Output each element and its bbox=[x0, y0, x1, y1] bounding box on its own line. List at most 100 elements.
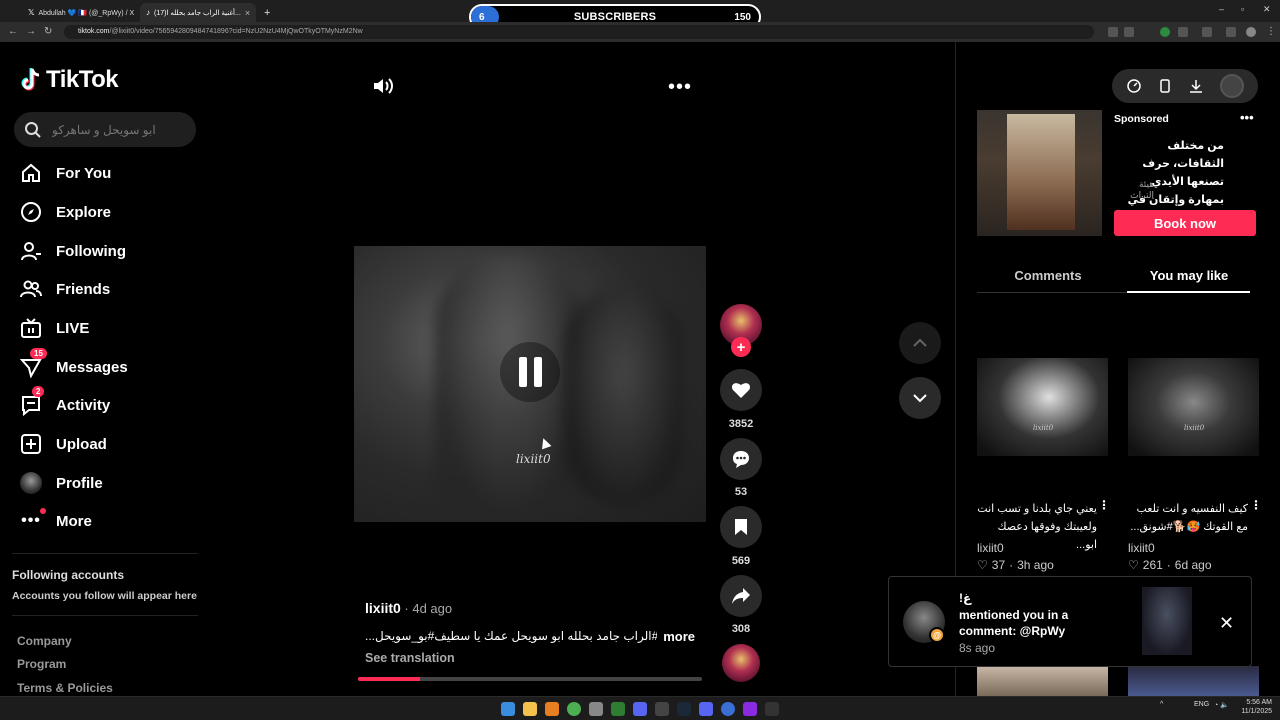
footer-link-terms[interactable]: Terms & Policies bbox=[17, 681, 113, 695]
video-player[interactable]: lixiit0 bbox=[354, 246, 706, 522]
chrome-icon[interactable] bbox=[567, 702, 581, 716]
sidebar-item-messages[interactable]: 15 Messages bbox=[20, 348, 128, 378]
next-video-button[interactable] bbox=[899, 377, 941, 419]
volume-icon[interactable] bbox=[372, 76, 394, 101]
app-icon[interactable] bbox=[655, 702, 669, 716]
forward-icon[interactable]: → bbox=[26, 26, 36, 37]
extension-icon[interactable] bbox=[1124, 27, 1134, 37]
clock-date[interactable]: 11/1/2025 bbox=[1240, 708, 1272, 715]
app-icon[interactable] bbox=[611, 702, 625, 716]
recommended-video-thumbnail[interactable] bbox=[977, 666, 1108, 696]
extension-icon[interactable] bbox=[1178, 27, 1188, 37]
profile-avatar-icon[interactable] bbox=[1246, 27, 1256, 37]
discord-icon[interactable] bbox=[633, 702, 647, 716]
maximize-icon[interactable]: ▫ bbox=[1241, 4, 1244, 14]
book-now-button[interactable]: Book now bbox=[1114, 210, 1256, 236]
divider bbox=[12, 615, 198, 616]
network-volume-icon[interactable]: ◔ 🔈 bbox=[1214, 701, 1229, 709]
recommended-video-thumbnail[interactable]: lixiit0 bbox=[977, 358, 1108, 456]
mention-notification[interactable]: @ !غ mentioned you in a comment: @RpWy 8… bbox=[888, 576, 1252, 667]
app-icon[interactable] bbox=[545, 702, 559, 716]
video-more-icon[interactable]: ••• bbox=[668, 76, 692, 99]
sponsored-label: Sponsored bbox=[1114, 113, 1169, 125]
minimize-icon[interactable]: – bbox=[1219, 4, 1224, 14]
rec-more-icon[interactable]: ⋮ bbox=[1250, 498, 1262, 512]
close-window-icon[interactable]: ✕ bbox=[1263, 4, 1271, 15]
see-translation-link[interactable]: See translation bbox=[365, 651, 455, 665]
app-icon[interactable] bbox=[589, 702, 603, 716]
sidebar-item-label: Explore bbox=[56, 203, 112, 221]
app-icon[interactable] bbox=[743, 702, 757, 716]
recommended-video-thumbnail[interactable] bbox=[1128, 666, 1259, 696]
ad-more-icon[interactable]: ••• bbox=[1240, 110, 1254, 125]
tab-title: Abdullah 💙 🇫🇷 (@_RpWy) / X bbox=[38, 9, 135, 17]
sidebar-item-explore[interactable]: Explore bbox=[20, 201, 111, 223]
video-author[interactable]: lixiit0 · 4d ago bbox=[365, 600, 452, 616]
phone-icon[interactable] bbox=[1158, 79, 1172, 93]
back-icon[interactable]: ← bbox=[8, 26, 18, 37]
browser-menu-icon[interactable]: ⋮ bbox=[1266, 26, 1276, 37]
clock-time[interactable]: 5:56 AM bbox=[1244, 699, 1272, 706]
sidebar-item-more[interactable]: ••• More bbox=[20, 508, 92, 532]
sidebar-item-live[interactable]: LIVE bbox=[20, 317, 89, 339]
app-icon[interactable] bbox=[765, 702, 779, 716]
url-field[interactable]: tiktok.com/@lixiit0/video/75659428094847… bbox=[64, 25, 1094, 39]
browser-tab-tiktok[interactable]: ♪ (17)أغنية الراب جامد بحلله ا... × bbox=[140, 3, 256, 22]
sidebar-item-upload[interactable]: Upload bbox=[20, 433, 107, 455]
footer-link-program[interactable]: Program bbox=[17, 657, 66, 671]
sidebar-item-profile[interactable]: Profile bbox=[20, 472, 103, 494]
steam-icon[interactable] bbox=[677, 702, 691, 716]
reload-icon[interactable]: ↻ bbox=[44, 26, 52, 37]
extension-icon[interactable] bbox=[1202, 27, 1212, 37]
sidebar-item-following[interactable]: Following bbox=[20, 240, 126, 262]
app-icon[interactable] bbox=[699, 702, 713, 716]
search-input[interactable] bbox=[52, 122, 192, 137]
save-button[interactable] bbox=[720, 506, 762, 548]
user-avatar[interactable] bbox=[1219, 74, 1244, 98]
recommended-video-title[interactable]: كيف النفسيه و انت تلعب مع القوتك 🥵🐕#شونق… bbox=[1128, 500, 1248, 536]
sidebar-item-for-you[interactable]: For You bbox=[20, 162, 111, 184]
chevron-down-icon bbox=[913, 394, 927, 403]
like-button[interactable] bbox=[720, 369, 762, 411]
url-path: /@lixiit0/video/7565942809484741896?cid=… bbox=[109, 28, 363, 35]
rec-more-icon[interactable]: ⋮ bbox=[1098, 498, 1110, 512]
close-notification-icon[interactable]: ✕ bbox=[1219, 613, 1234, 634]
app-icon[interactable] bbox=[721, 702, 735, 716]
extension-icon[interactable] bbox=[1226, 27, 1236, 37]
previous-video-button[interactable] bbox=[899, 322, 941, 364]
extension-icon[interactable] bbox=[1108, 27, 1118, 37]
pause-button[interactable] bbox=[500, 342, 560, 402]
recommended-video-author[interactable]: lixiit0 bbox=[977, 541, 1004, 555]
recommended-video-thumbnail[interactable]: lixiit0 bbox=[1128, 358, 1259, 456]
caption-more-link[interactable]: more bbox=[657, 629, 695, 643]
video-progress-bar[interactable] bbox=[358, 677, 702, 681]
ad-image[interactable] bbox=[977, 110, 1102, 236]
sound-disc-avatar[interactable] bbox=[722, 644, 760, 682]
tiktok-logo[interactable]: TikTok bbox=[20, 66, 119, 94]
recommended-video-stats: ♡ 261 · 6d ago bbox=[1128, 558, 1212, 572]
speed-icon[interactable] bbox=[1126, 79, 1141, 93]
comment-button[interactable] bbox=[720, 438, 762, 480]
close-tab-icon[interactable]: × bbox=[245, 8, 250, 18]
sidebar-item-friends[interactable]: Friends bbox=[20, 278, 110, 300]
file-explorer-icon[interactable] bbox=[523, 702, 537, 716]
sidebar-item-label: Friends bbox=[56, 280, 111, 298]
new-tab-button[interactable]: + bbox=[258, 3, 274, 22]
download-icon[interactable] bbox=[1189, 79, 1203, 93]
footer-link-company[interactable]: Company bbox=[17, 634, 72, 648]
recommended-video-author[interactable]: lixiit0 bbox=[1128, 541, 1155, 555]
sidebar-item-activity[interactable]: 2 Activity bbox=[20, 386, 110, 416]
home-icon bbox=[20, 162, 42, 184]
language-indicator[interactable]: ENG bbox=[1194, 701, 1209, 708]
follow-plus-button[interactable]: + bbox=[731, 337, 751, 357]
tab-comments[interactable]: Comments bbox=[987, 268, 1109, 283]
post-age: · 4d ago bbox=[400, 601, 453, 616]
share-button[interactable] bbox=[720, 575, 762, 617]
search-box[interactable] bbox=[14, 112, 196, 147]
browser-tab-x[interactable]: 𝕏 Abdullah 💙 🇫🇷 (@_RpWy) / X × bbox=[22, 3, 138, 22]
extension-icon[interactable] bbox=[1160, 27, 1170, 37]
tab-you-may-like[interactable]: You may like bbox=[1128, 268, 1250, 283]
tray-chevron-icon[interactable]: ^ bbox=[1160, 701, 1163, 708]
notification-dot bbox=[40, 508, 46, 514]
windows-start-icon[interactable] bbox=[501, 702, 515, 716]
